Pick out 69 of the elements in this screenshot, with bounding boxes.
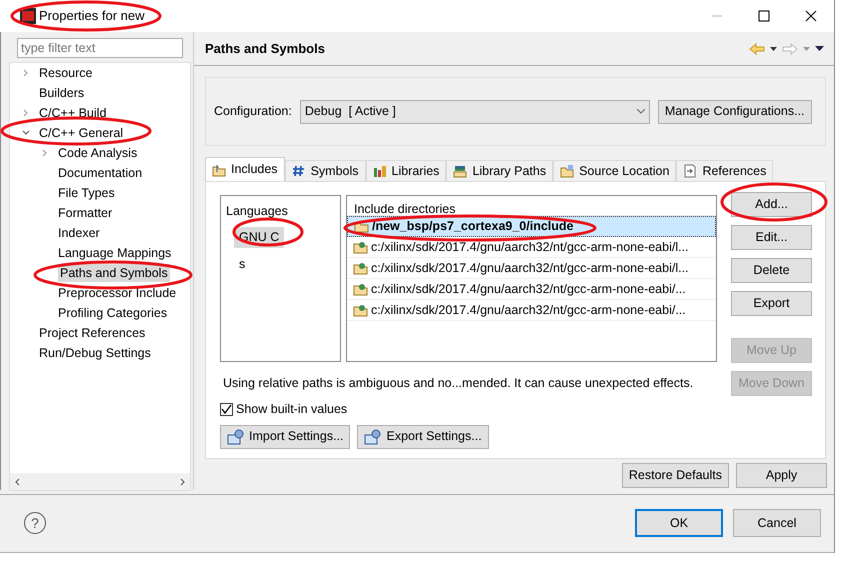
folder-icon [353,304,368,316]
folder-icon [353,240,368,254]
configuration-label: Configuration: [214,103,292,120]
close-icon [804,10,816,22]
export-button[interactable]: Export [731,291,812,316]
tree-item[interactable]: C/C++ General [39,124,124,142]
check-icon [221,404,232,415]
folder-icon [353,282,368,296]
folder-icon [560,164,574,178]
tab[interactable]: Libraries [366,160,446,181]
apply-button[interactable]: Apply [736,463,827,488]
language-item[interactable]: s [234,254,250,274]
folder-icon [353,262,368,274]
tree-item[interactable]: Resource [39,64,92,82]
delete-button[interactable]: Delete [731,258,812,283]
dropdown-icon [770,46,777,50]
restore-defaults-button[interactable]: Restore Defaults [622,463,729,488]
tree-item[interactable]: Documentation [58,164,142,182]
tree-item[interactable]: Code Analysis [58,144,138,162]
tree-item[interactable]: Project References [39,324,146,342]
include-row[interactable]: c:/xilinx/sdk/2017.4/gnu/aarch32/nt/gcc-arm-none-eabi/l... [347,237,716,258]
filter-field[interactable]: type filter text [17,38,183,58]
tree-item[interactable]: Indexer [58,224,100,242]
tree-item[interactable]: C/C++ Build [39,104,106,122]
tree-item[interactable]: Paths and Symbols [58,264,170,282]
folder-icon [212,162,226,176]
edit-button[interactable]: Edit... [731,225,812,250]
dropdown-icon [803,46,810,50]
warning-text: Using relative paths is ambiguous and no...mended. It can cause unexpected effects. [222,375,694,392]
import-settings-button[interactable]: Import Settings... [220,424,350,448]
library-icon [453,164,468,178]
include-row[interactable]: c:/xilinx/sdk/2017.4/gnu/aarch32/nt/gcc-arm-none-eabi/... [347,279,716,300]
list-header: Languages [226,203,289,220]
books-icon [372,164,386,178]
file-icon [683,164,698,178]
scroll-left-icon [14,478,20,486]
tree-item[interactable]: Profiling Categories [58,304,168,322]
forward-arrow-icon [782,42,798,54]
include-row[interactable]: c:/xilinx/sdk/2017.4/gnu/aarch32/nt/gcc-arm-none-eabi/... [347,300,716,321]
page-title: Paths and Symbols [205,40,325,58]
help-button[interactable]: ? [24,512,46,534]
tree-item[interactable]: Builders [39,84,84,102]
tab[interactable]: Symbols [284,160,366,181]
annotation-circle [232,218,304,246]
maximize-icon [758,10,770,22]
add-button[interactable]: Add... [731,192,812,217]
ok-button[interactable]: OK [635,509,723,537]
tree-item[interactable]: Formatter [58,204,112,222]
tree-item[interactable]: Run/Debug Settings [39,344,151,362]
back-arrow-icon [749,42,765,54]
tab[interactable]: Library Paths [446,160,554,181]
configuration-select[interactable]: Debug [ Active ] [300,100,650,124]
manage-configurations-button[interactable]: Manage Configurations... [658,100,812,124]
tab[interactable]: References [676,160,774,181]
chevron-down-icon [636,109,645,114]
checkbox-label: Show built-in values [236,400,348,418]
tree-item[interactable]: File Types [58,184,115,202]
tab[interactable]: Includes [205,157,285,181]
include-row[interactable]: c:/xilinx/sdk/2017.4/gnu/aarch32/nt/gcc-arm-none-eabi/l... [347,258,716,279]
hash-icon [292,164,306,178]
export-settings-button[interactable]: Export Settings... [357,424,489,448]
tree-item[interactable]: Language Mappings [58,244,172,262]
cancel-button[interactable]: Cancel [733,509,821,537]
tree-item[interactable]: Preprocessor Include [58,284,176,302]
window-title: Properties for new [39,7,144,26]
menu-icon [815,46,824,51]
checkbox[interactable] [220,402,233,416]
scroll-right-icon [180,478,186,486]
tab[interactable]: Source Location [553,160,676,181]
